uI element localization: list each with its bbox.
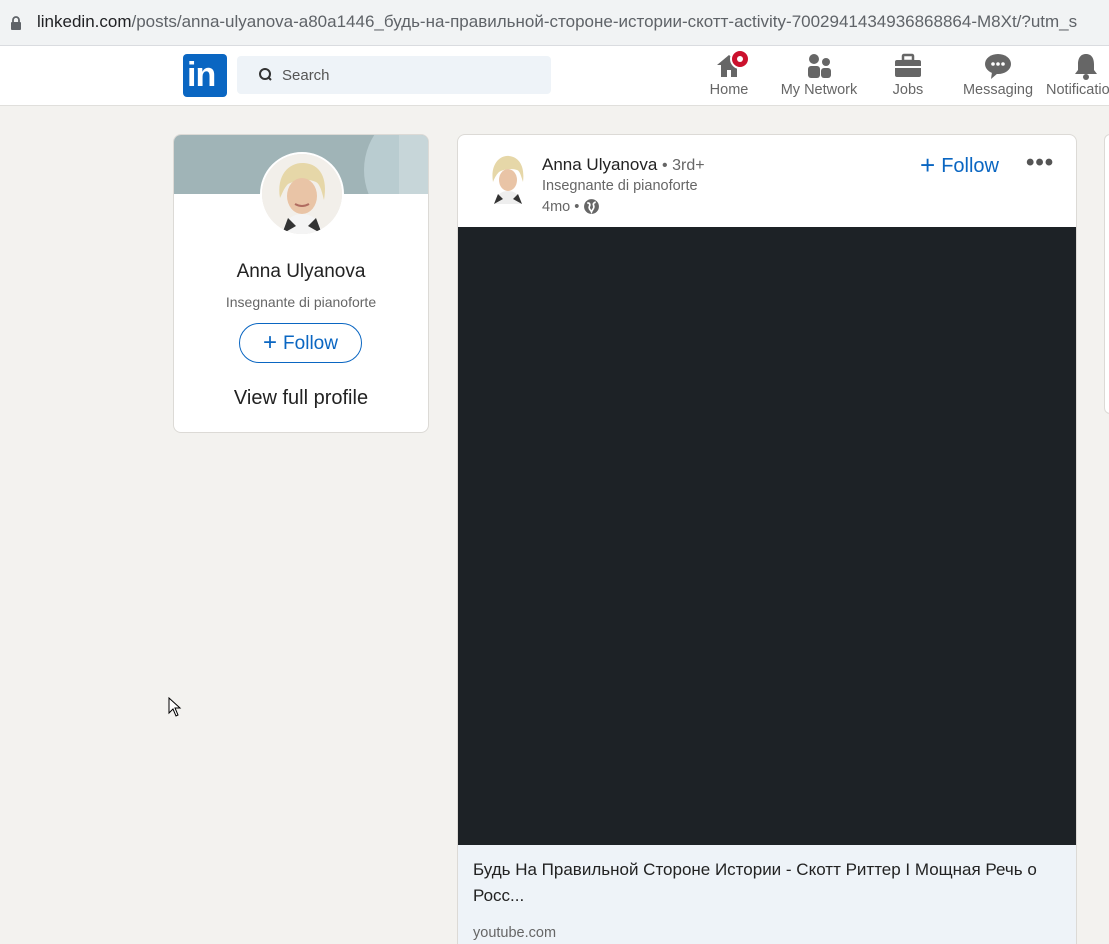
link-source: youtube.com [473, 925, 557, 941]
connection-degree: • 3rd+ [662, 157, 705, 174]
link-preview[interactable]: Будь На Правильной Стороне Истории - Ско… [458, 845, 1076, 944]
url-path: /posts/anna-ulyanova-a80a1446_будь-на-пр… [131, 12, 1078, 31]
nav-item-messaging[interactable]: Messaging [958, 50, 1038, 102]
top-navigation [0, 46, 1109, 106]
follow-button[interactable]: + Follow [239, 323, 362, 363]
post-follow-button[interactable]: + Follow [920, 150, 999, 181]
video-player[interactable] [458, 227, 1076, 845]
bell-icon [1075, 54, 1097, 80]
nav-item-home[interactable]: Home [702, 49, 756, 102]
right-sidebar-card [1104, 134, 1109, 414]
post-author[interactable]: Anna Ulyanova • 3rd+ [542, 155, 705, 175]
url-text[interactable]: linkedin.com/posts/anna-ulyanova-a80a144… [37, 12, 1077, 32]
cover-shape [399, 135, 428, 194]
post-timestamp: 4mo • [542, 198, 600, 215]
browser-address-bar[interactable]: linkedin.com/posts/anna-ulyanova-a80a144… [0, 0, 1109, 46]
nav-label-notifications: Notifications [1046, 82, 1109, 98]
search-placeholder: Search [282, 67, 330, 84]
nav-item-notifications[interactable]: Notifications [1046, 50, 1109, 102]
nav-item-my-network[interactable]: My Network [774, 50, 864, 102]
messaging-icon [985, 54, 1011, 79]
search-input[interactable]: Search [237, 56, 551, 94]
notification-badge [730, 49, 750, 69]
search-icon [259, 68, 272, 81]
mouse-cursor-icon [168, 697, 182, 717]
profile-name[interactable]: Anna Ulyanova [174, 261, 428, 283]
nav-item-jobs[interactable]: Jobs [882, 50, 934, 102]
linkedin-logo[interactable]: in [183, 54, 227, 97]
nav-label-home: Home [709, 82, 749, 98]
avatar[interactable] [260, 152, 344, 236]
profile-headline: Insegnante di pianoforte [225, 294, 377, 310]
post-author-avatar[interactable] [484, 152, 532, 204]
post-time-text: 4mo • [542, 198, 580, 215]
briefcase-icon [895, 53, 921, 77]
nav-label-my-network: My Network [780, 82, 858, 98]
avatar-portrait [484, 152, 532, 204]
avatar-portrait [262, 154, 342, 234]
more-options-icon[interactable]: ••• [1026, 149, 1054, 177]
post-author-name[interactable]: Anna Ulyanova [542, 155, 657, 174]
globe-icon [584, 199, 600, 215]
profile-card: Anna Ulyanova Insegnante di pianoforte +… [173, 134, 429, 433]
post-author-headline: Insegnante di pianoforte [542, 178, 698, 194]
nav-label-messaging: Messaging [962, 82, 1034, 98]
network-icon [808, 54, 831, 78]
link-title[interactable]: Будь На Правильной Стороне Истории - Ско… [473, 857, 1063, 909]
plus-icon: + [263, 329, 278, 356]
post-follow-label: Follow [941, 155, 999, 177]
logo-text: in [187, 56, 216, 94]
url-host: linkedin.com [37, 12, 132, 31]
plus-icon: + [920, 150, 936, 180]
view-full-profile-link[interactable]: View full profile [174, 387, 428, 410]
follow-label: Follow [283, 333, 338, 354]
nav-label-jobs: Jobs [892, 82, 924, 98]
post-card: Anna Ulyanova • 3rd+ Insegnante di piano… [457, 134, 1077, 944]
lock-icon [11, 16, 21, 30]
